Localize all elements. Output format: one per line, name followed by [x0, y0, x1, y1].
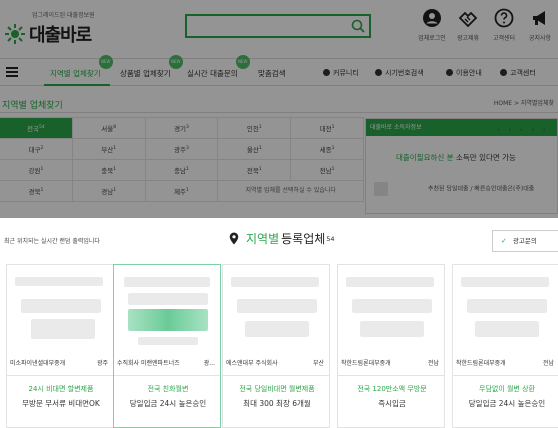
company-region: 광... — [203, 360, 215, 367]
card-meta: 착한드림론대부중개 전남 — [338, 355, 444, 369]
card-tagline: 전국 친화월변 — [147, 385, 189, 393]
blurred-logo — [467, 299, 547, 313]
blurred-logo — [461, 277, 549, 287]
blurred-logo — [128, 309, 208, 331]
company-name: 미소파이낸셜대부중개 — [10, 360, 66, 367]
card-description: 당일입금 24시 높은승인 — [468, 399, 546, 408]
ad-inquiry-button[interactable]: ✓ 광고문의 — [492, 230, 558, 252]
card-description: 즉시입금 — [378, 399, 406, 408]
company-region: 전남 — [427, 360, 439, 367]
blurred-logo — [475, 321, 539, 337]
company-card[interactable]: 에스앤대부 주식회사 부산 전국 당일비대면 월변제품 최대 300 최장 6개… — [222, 264, 330, 428]
card-meta: 미소파이낸셜대부중개 광주 — [7, 355, 113, 369]
blurred-logo — [245, 321, 309, 337]
modal-title-region: 지역별 — [246, 232, 280, 246]
blurred-logo — [231, 277, 319, 287]
card-description: 최대 300 최장 6개월 — [243, 399, 311, 408]
modal-title: 지역별 등록업체 54 — [229, 230, 335, 247]
card-description: 무방문 무서류 비대면OK — [22, 399, 100, 408]
company-name: 에스앤대부 주식회사 — [226, 360, 278, 367]
location-pin-icon — [229, 232, 239, 245]
modal-title-count: 54 — [326, 234, 335, 243]
card-description: 당일입금 24시 높은승인 — [129, 399, 207, 408]
card-tagline: 무담없이 월변 상환 — [479, 385, 535, 393]
company-card[interactable]: 미소파이낸셜대부중개 광주 24시 비대면 할변제품 무방문 무서류 비대면OK — [6, 264, 114, 428]
blurred-logo — [346, 277, 434, 287]
blurred-logo — [21, 299, 101, 313]
company-name: 수직회사 미랜엔파트너즈 — [117, 360, 180, 367]
company-name: 착한드림론대부중개 — [456, 360, 506, 367]
blurred-logo — [360, 321, 424, 337]
blurred-logo — [15, 277, 103, 286]
company-card[interactable]: 착한드림론대부중개 전남 전국 120만소액 무방문 즉시입금 — [337, 264, 445, 428]
card-meta: 에스앤대부 주식회사 부산 — [223, 355, 329, 369]
blurred-logo — [237, 299, 317, 313]
card-footer: 전국 당일비대면 월변제품 최대 300 최장 6개월 — [223, 375, 329, 409]
background-page: 업그레이드된 대출정보원 대출바로 업체로그인 광고제휴 고객센터 공지사항 지… — [0, 0, 558, 218]
modal-title-text: 등록업체 — [281, 232, 326, 246]
card-footer: 전국 친화월변 당일입금 24시 높은승인 — [114, 375, 220, 409]
card-footer: 무담없이 월변 상환 당일입금 24시 높은승인 — [453, 375, 558, 409]
modal-overlay[interactable] — [0, 0, 558, 218]
card-tagline: 전국 당일비대면 월변제품 — [239, 385, 315, 393]
card-meta: 수직회사 미랜엔파트너즈 광... — [114, 355, 220, 369]
company-card[interactable]: 착한드림론대부중개 전남 무담없이 월변 상환 당일입금 24시 높은승인 — [452, 264, 558, 428]
modal-notice: 최근 위치되는 실시간 랜덤 출력입니다 — [4, 238, 100, 245]
card-footer: 전국 120만소액 무방문 즉시입금 — [338, 375, 444, 409]
region-modal: 최근 위치되는 실시간 랜덤 출력입니다 지역별 등록업체 54 ✓ 광고문의 미… — [0, 218, 558, 428]
card-tagline: 전국 120만소액 무방문 — [357, 385, 427, 393]
company-region: 전남 — [542, 360, 554, 367]
modal-header: 최근 위치되는 실시간 랜덤 출력입니다 지역별 등록업체 54 ✓ 광고문의 — [0, 218, 558, 262]
blurred-logo — [31, 319, 95, 339]
blurred-logo — [124, 277, 210, 287]
company-region: 광주 — [96, 360, 108, 367]
card-footer: 24시 비대면 할변제품 무방문 무서류 비대면OK — [7, 375, 113, 409]
company-name: 착한드림론대부중개 — [341, 360, 391, 367]
card-tagline: 24시 비대면 할변제품 — [28, 385, 94, 393]
company-region: 부산 — [312, 360, 324, 367]
card-meta: 착한드림론대부중개 전남 — [453, 355, 558, 369]
company-card[interactable]: 수직회사 미랜엔파트너즈 광... 전국 친화월변 당일입금 24시 높은승인 — [113, 264, 221, 428]
check-icon: ✓ — [501, 237, 507, 245]
blurred-logo — [352, 299, 432, 313]
blurred-logo — [128, 293, 208, 305]
blurred-logo — [138, 337, 198, 345]
